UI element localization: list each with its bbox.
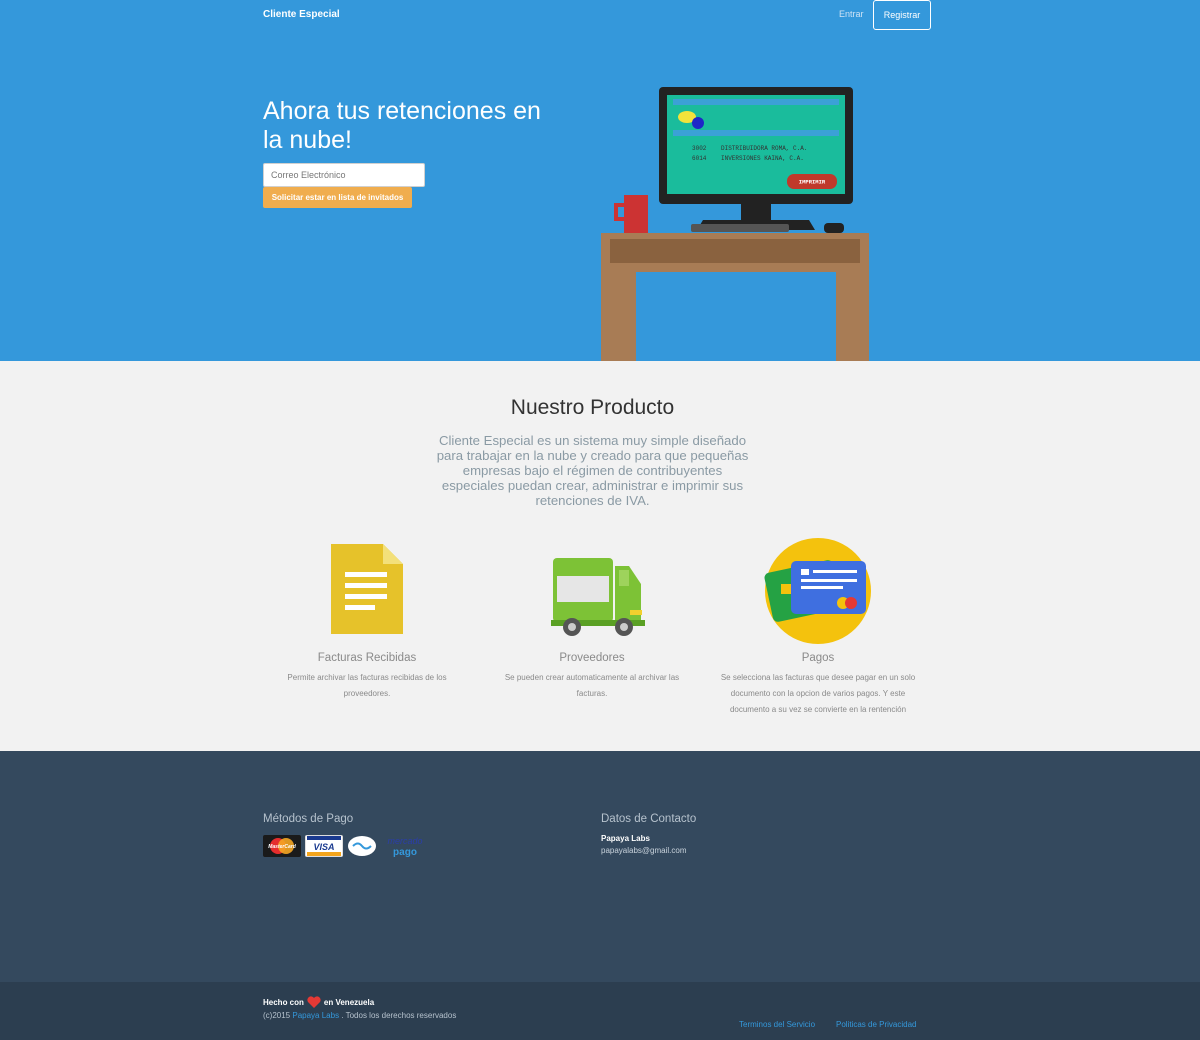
- register-button[interactable]: Registrar: [873, 0, 931, 30]
- copyright-text: (c)2015 Papaya Labs . Todos los derechos…: [263, 1011, 456, 1020]
- mastercard-logo: MasterCard: [263, 835, 301, 857]
- feature-title: Facturas Recibidas: [317, 652, 417, 664]
- made-with-text: Hecho con en Venezuela: [263, 996, 374, 1008]
- made-with-suffix: en Venezuela: [323, 997, 375, 1007]
- computer-desk-illustration: 3002 DISTRIBUIDORA ROMA, C.A. 6014 INVER…: [601, 87, 869, 361]
- footer-section: Métodos de Pago MasterCard VISA mercado: [0, 751, 1200, 982]
- mercadopago-label-bottom: pago: [393, 847, 417, 857]
- feature-description: Se pueden crear automaticamente al archi…: [504, 673, 680, 698]
- feature-title: Pagos: [801, 652, 835, 664]
- copyright-prefix: (c)2015: [263, 1011, 291, 1020]
- heart-icon: [307, 996, 321, 1008]
- payment-methods-logos: MasterCard VISA mercado pago: [263, 835, 431, 857]
- mastercard-label: MasterCard: [268, 844, 296, 850]
- mercadopago-logo: mercado pago: [347, 835, 431, 857]
- papaya-labs-link[interactable]: Papaya Labs: [292, 1011, 339, 1020]
- feature-title: Proveedores: [559, 652, 625, 664]
- truck-icon: [551, 558, 645, 636]
- screen-row-name-1: DISTRIBUIDORA ROMA, C.A.: [721, 145, 807, 152]
- product-section: Nuestro Producto Cliente Especial es un …: [0, 361, 1200, 751]
- visa-logo: VISA: [305, 835, 343, 857]
- hero-title: Ahora tus retenciones en la nube!: [263, 97, 541, 154]
- made-with-prefix: Hecho con: [263, 997, 304, 1007]
- screen-row-code-1: 3002: [692, 145, 707, 152]
- request-invite-button[interactable]: Solicitar estar en lista de invitados: [263, 187, 412, 208]
- mercadopago-label-top: mercado: [387, 836, 422, 846]
- terms-link[interactable]: Terminos del Servicio: [739, 1020, 815, 1029]
- login-link[interactable]: Entrar: [839, 9, 864, 19]
- product-description: Cliente Especial es un sistema muy simpl…: [436, 433, 749, 508]
- visa-label: VISA: [313, 842, 334, 852]
- brand-logo-link[interactable]: Cliente Especial: [263, 9, 340, 20]
- contact-heading: Datos de Contacto: [601, 813, 697, 825]
- privacy-link[interactable]: Politicas de Privacidad: [836, 1020, 916, 1029]
- screen-row-name-2: INVERSIONES KAINA, C.A.: [721, 155, 804, 162]
- bottom-bar: Hecho con en Venezuela (c)2015 Papaya La…: [0, 982, 1200, 1040]
- feature-description: Permite archivar las facturas recibidas …: [287, 673, 447, 698]
- contact-email: papayalabs@gmail.com: [601, 846, 687, 855]
- screen-row-code-2: 6014: [692, 155, 707, 162]
- payment-methods-heading: Métodos de Pago: [263, 813, 354, 825]
- product-title: Nuestro Producto: [510, 396, 675, 419]
- document-icon: [331, 544, 403, 634]
- copyright-suffix: . Todos los derechos reservados: [341, 1011, 457, 1020]
- feature-description: Se selecciona las facturas que desee pag…: [720, 673, 916, 714]
- credit-cards-icon: [764, 538, 871, 644]
- feature-suppliers: Proveedores Se pueden crear automaticame…: [492, 536, 692, 702]
- hero-section: Cliente Especial Entrar Registrar Ahora …: [0, 0, 1200, 361]
- feature-payments: Pagos Se selecciona las facturas que des…: [718, 536, 918, 718]
- screen-print-button-label: IMPRIMIR: [799, 179, 826, 186]
- contact-name: Papaya Labs: [601, 834, 650, 843]
- feature-invoices: Facturas Recibidas Permite archivar las …: [267, 536, 467, 702]
- email-input[interactable]: [263, 163, 425, 187]
